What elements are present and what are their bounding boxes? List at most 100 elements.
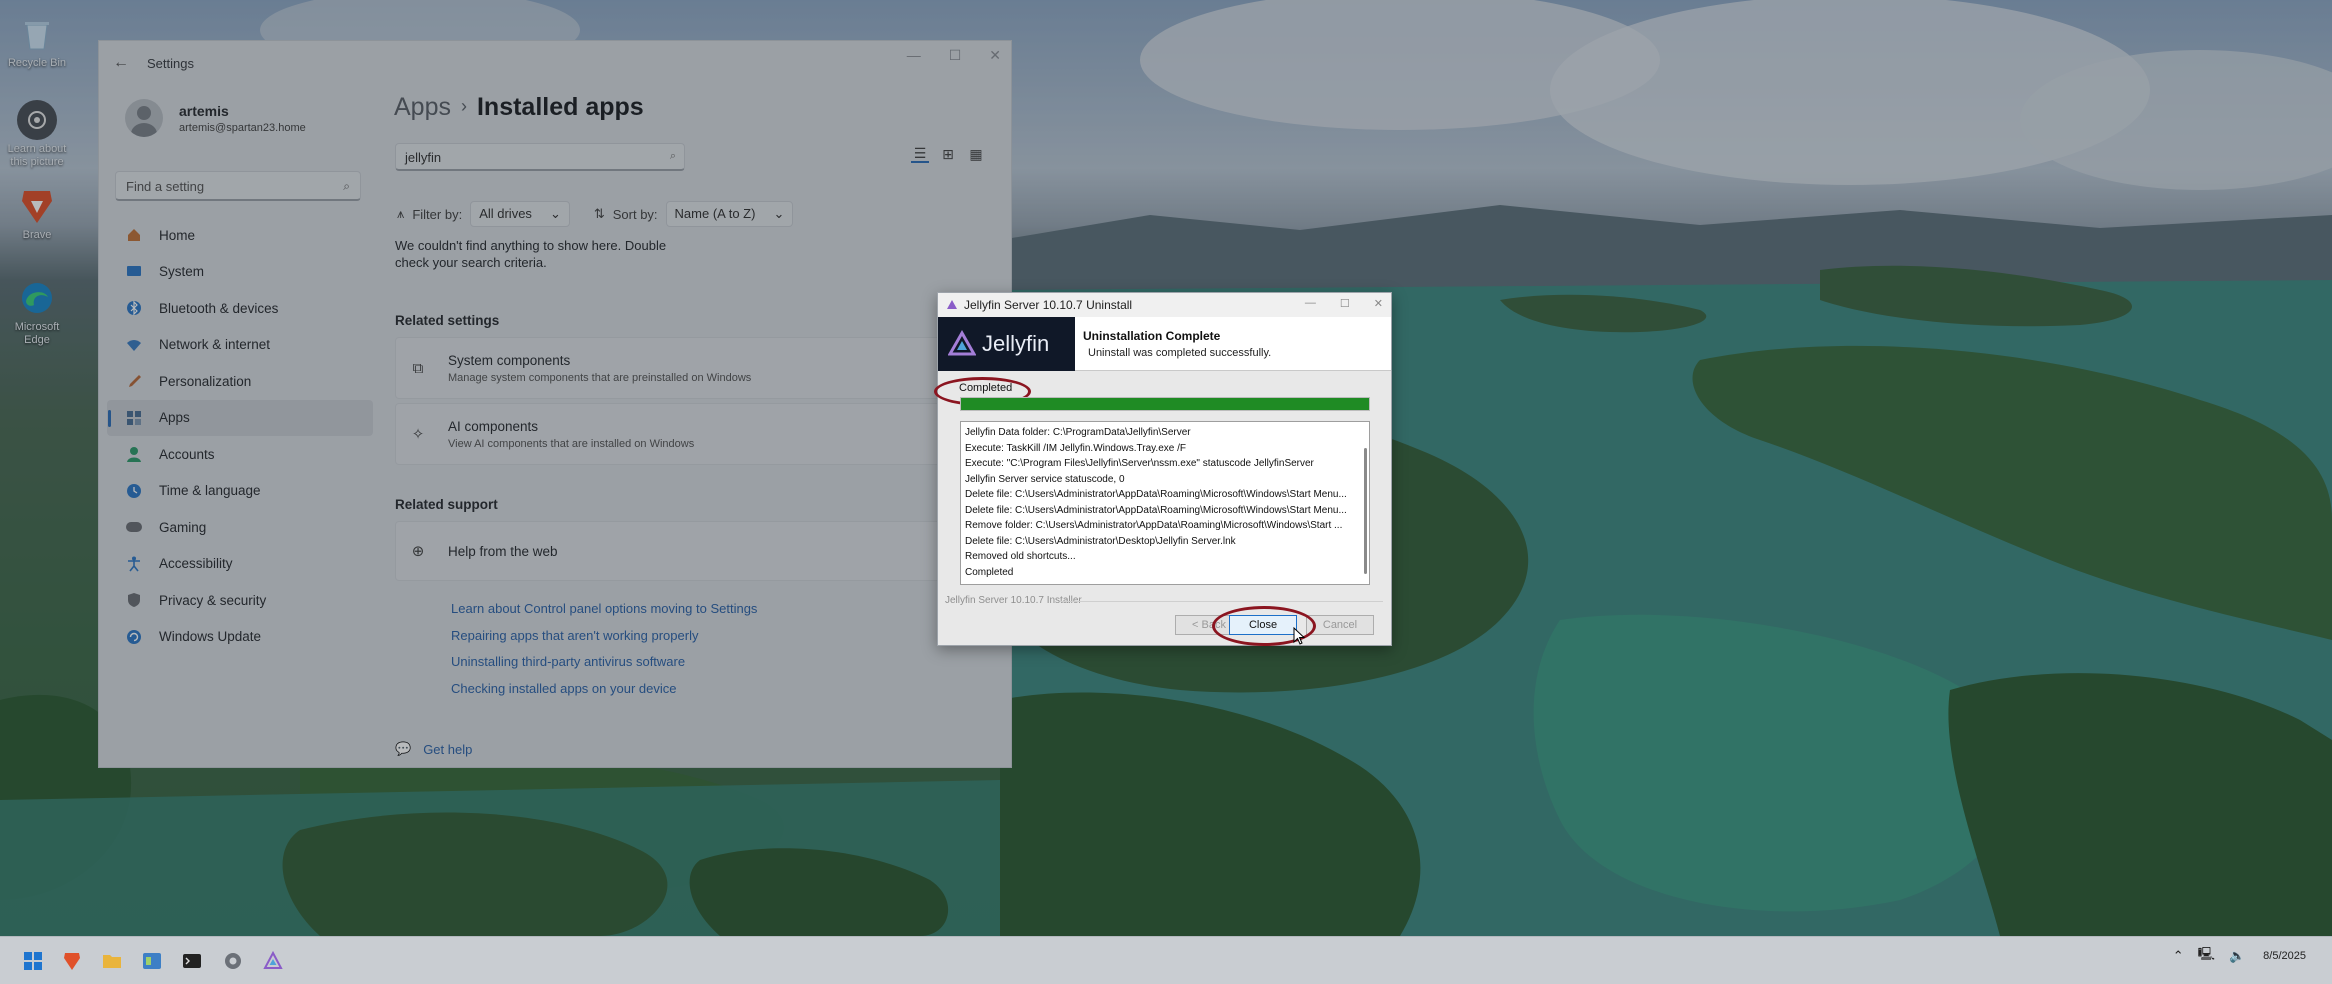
sidebar-item-accessibility[interactable]: Accessibility bbox=[107, 546, 373, 583]
uninstaller-dialog: Jellyfin Server 10.10.7 Uninstall — ☐ ✕ … bbox=[934, 292, 1392, 646]
clock-date: 8/5/2025 bbox=[2263, 950, 2306, 962]
sidebar-item-home[interactable]: Home bbox=[107, 217, 373, 254]
desktop-icon-label: Learn about this picture bbox=[7, 143, 67, 168]
support-link[interactable]: Learn about Control panel options moving… bbox=[451, 601, 757, 628]
desktop-icon-edge[interactable]: Microsoft Edge bbox=[6, 278, 68, 347]
window-controls: — ☐ ✕ bbox=[907, 47, 1001, 64]
find-setting-placeholder: Find a setting bbox=[126, 179, 205, 194]
terminal-icon[interactable] bbox=[180, 949, 204, 973]
network-icon[interactable]: 🖳 bbox=[2198, 945, 2215, 967]
file-explorer-icon[interactable] bbox=[100, 949, 124, 973]
maximize-icon: ☐ bbox=[1339, 298, 1350, 310]
log-line: Execute: TaskKill /IM Jellyfin.Windows.T… bbox=[965, 442, 1186, 454]
control-panel-icon[interactable] bbox=[140, 949, 164, 973]
sidebar-item-label: Bluetooth & devices bbox=[159, 300, 279, 316]
account-icon bbox=[123, 445, 145, 463]
minimize-icon[interactable]: — bbox=[907, 47, 921, 64]
breadcrumb-parent[interactable]: Apps bbox=[394, 93, 451, 121]
support-link[interactable]: Uninstalling third-party antivirus softw… bbox=[451, 654, 757, 681]
sidebar-item-label: Accounts bbox=[159, 446, 215, 462]
sidebar-item-system[interactable]: System bbox=[107, 254, 373, 291]
log-line: Execute: "C:\Program Files\Jellyfin\Serv… bbox=[965, 458, 1314, 469]
sidebar-item-windows-update[interactable]: Windows Update bbox=[107, 619, 373, 656]
related-setting-system-components[interactable]: ⧉ System components Manage system compon… bbox=[395, 337, 1007, 399]
sidebar-item-network[interactable]: Network & internet bbox=[107, 327, 373, 364]
jellyfin-icon[interactable] bbox=[261, 949, 285, 973]
desktop-icon-label: Brave bbox=[22, 229, 52, 241]
desktop-icon-brave[interactable]: Brave bbox=[6, 186, 68, 242]
start-icon[interactable] bbox=[21, 949, 45, 973]
list-view-icon[interactable]: ☰ bbox=[911, 145, 929, 163]
uninstall-heading: Uninstallation Complete bbox=[1083, 328, 1221, 343]
sidebar-item-privacy[interactable]: Privacy & security bbox=[107, 582, 373, 619]
taskbar-clock[interactable]: 8/5/2025 bbox=[2263, 948, 2306, 964]
support-link[interactable]: Checking installed apps on your device bbox=[451, 681, 757, 708]
help-from-web-expander[interactable]: ⊕ Help from the web bbox=[395, 521, 1007, 581]
support-link[interactable]: Repairing apps that aren't working prope… bbox=[451, 628, 757, 655]
sidebar-item-label: Personalization bbox=[159, 373, 252, 389]
sidebar-item-personalization[interactable]: Personalization bbox=[107, 363, 373, 400]
sidebar-item-label: Windows Update bbox=[159, 629, 262, 645]
wifi-icon bbox=[123, 336, 145, 354]
close-icon[interactable]: ✕ bbox=[989, 47, 1001, 64]
system-tray: ⌃ 🖳 🔈 8/5/2025 bbox=[2159, 945, 2306, 967]
minimize-icon[interactable]: — bbox=[1305, 297, 1316, 310]
app-search-value: jellyfin bbox=[405, 150, 442, 165]
related-settings-heading: Related settings bbox=[395, 313, 500, 328]
update-icon bbox=[123, 628, 145, 646]
log-line: Jellyfin Data folder: C:\ProgramData\Jel… bbox=[965, 427, 1191, 438]
chevron-down-icon: ⌄ bbox=[773, 206, 785, 221]
desktop-icon-recycle-bin[interactable]: Recycle Bin bbox=[6, 14, 68, 70]
empty-results-message: We couldn't find anything to show here. … bbox=[395, 238, 667, 270]
sidebar-item-accounts[interactable]: Accounts bbox=[107, 436, 373, 473]
grid-view-icon[interactable]: ⊞ bbox=[939, 145, 957, 163]
chevron-up-icon[interactable]: ⌃ bbox=[2173, 948, 2184, 964]
components-icon: ⧉ bbox=[412, 359, 424, 377]
filter-dropdown[interactable]: All drives ⌄ bbox=[470, 201, 570, 227]
desktop-icon-label: Microsoft Edge bbox=[14, 321, 60, 346]
log-line: Delete file: C:\Users\Administrator\AppD… bbox=[965, 504, 1347, 516]
settings-icon[interactable] bbox=[221, 949, 245, 973]
jellyfin-icon bbox=[947, 300, 957, 309]
card-title: System components bbox=[448, 352, 571, 368]
shield-icon bbox=[123, 591, 145, 609]
uninstaller-title: Jellyfin Server 10.10.7 Uninstall bbox=[964, 298, 1133, 312]
monitor-icon bbox=[123, 263, 145, 281]
breadcrumb: Apps › Installed apps bbox=[394, 93, 644, 122]
help-chat-icon: 💬 bbox=[395, 741, 412, 756]
user-profile[interactable]: artemis artemis@spartan23.home bbox=[125, 99, 306, 137]
desktop-icon-label: Recycle Bin bbox=[7, 57, 67, 69]
app-search-input[interactable]: jellyfin ⌕ bbox=[395, 143, 685, 171]
desktop-icon-learn-about-picture[interactable]: Learn about this picture bbox=[6, 100, 68, 169]
log-line: Removed old shortcuts... bbox=[965, 551, 1076, 562]
sidebar-item-apps[interactable]: Apps bbox=[107, 399, 373, 436]
tile-view-icon[interactable]: ▦ bbox=[967, 145, 985, 163]
brave-icon[interactable] bbox=[60, 949, 84, 973]
back-arrow-icon[interactable]: ← bbox=[113, 54, 129, 72]
apps-icon bbox=[123, 409, 145, 427]
user-name: artemis bbox=[179, 102, 229, 119]
sparkle-icon: ✧ bbox=[411, 426, 425, 443]
sidebar-item-label: Apps bbox=[159, 410, 190, 426]
get-help-link[interactable]: 💬 Get help bbox=[395, 741, 472, 757]
brand-name: Jellyfin bbox=[982, 330, 1050, 356]
details-log[interactable]: Jellyfin Data folder: C:\ProgramData\Jel… bbox=[960, 421, 1370, 585]
sidebar-item-label: Network & internet bbox=[159, 337, 271, 353]
related-setting-ai-components[interactable]: ✧ AI components View AI components that … bbox=[395, 403, 1007, 465]
support-links: Learn about Control panel options moving… bbox=[451, 601, 757, 707]
search-icon: ⌕ bbox=[343, 179, 350, 193]
maximize-icon[interactable]: ☐ bbox=[949, 47, 962, 64]
sort-icon: ⇅ bbox=[593, 206, 605, 221]
globe-icon: ⊕ bbox=[411, 543, 425, 560]
sidebar-item-time-language[interactable]: Time & language bbox=[107, 473, 373, 510]
find-setting-input[interactable]: Find a setting ⌕ bbox=[115, 171, 361, 201]
log-scrollbar[interactable] bbox=[1364, 448, 1367, 574]
card-subtitle: View AI components that are installed on… bbox=[448, 437, 695, 450]
sort-dropdown[interactable]: Name (A to Z) ⌄ bbox=[665, 201, 794, 227]
sidebar-item-gaming[interactable]: Gaming bbox=[107, 509, 373, 546]
volume-icon[interactable]: 🔈 bbox=[2229, 948, 2245, 964]
sidebar-item-bluetooth[interactable]: Bluetooth & devices bbox=[107, 290, 373, 327]
filter-bar: ⩚ Filter by: All drives ⌄ ⇅ Sort by: Name… bbox=[397, 201, 817, 227]
status-text: Completed bbox=[959, 382, 1013, 394]
close-icon[interactable]: ✕ bbox=[1374, 297, 1383, 310]
